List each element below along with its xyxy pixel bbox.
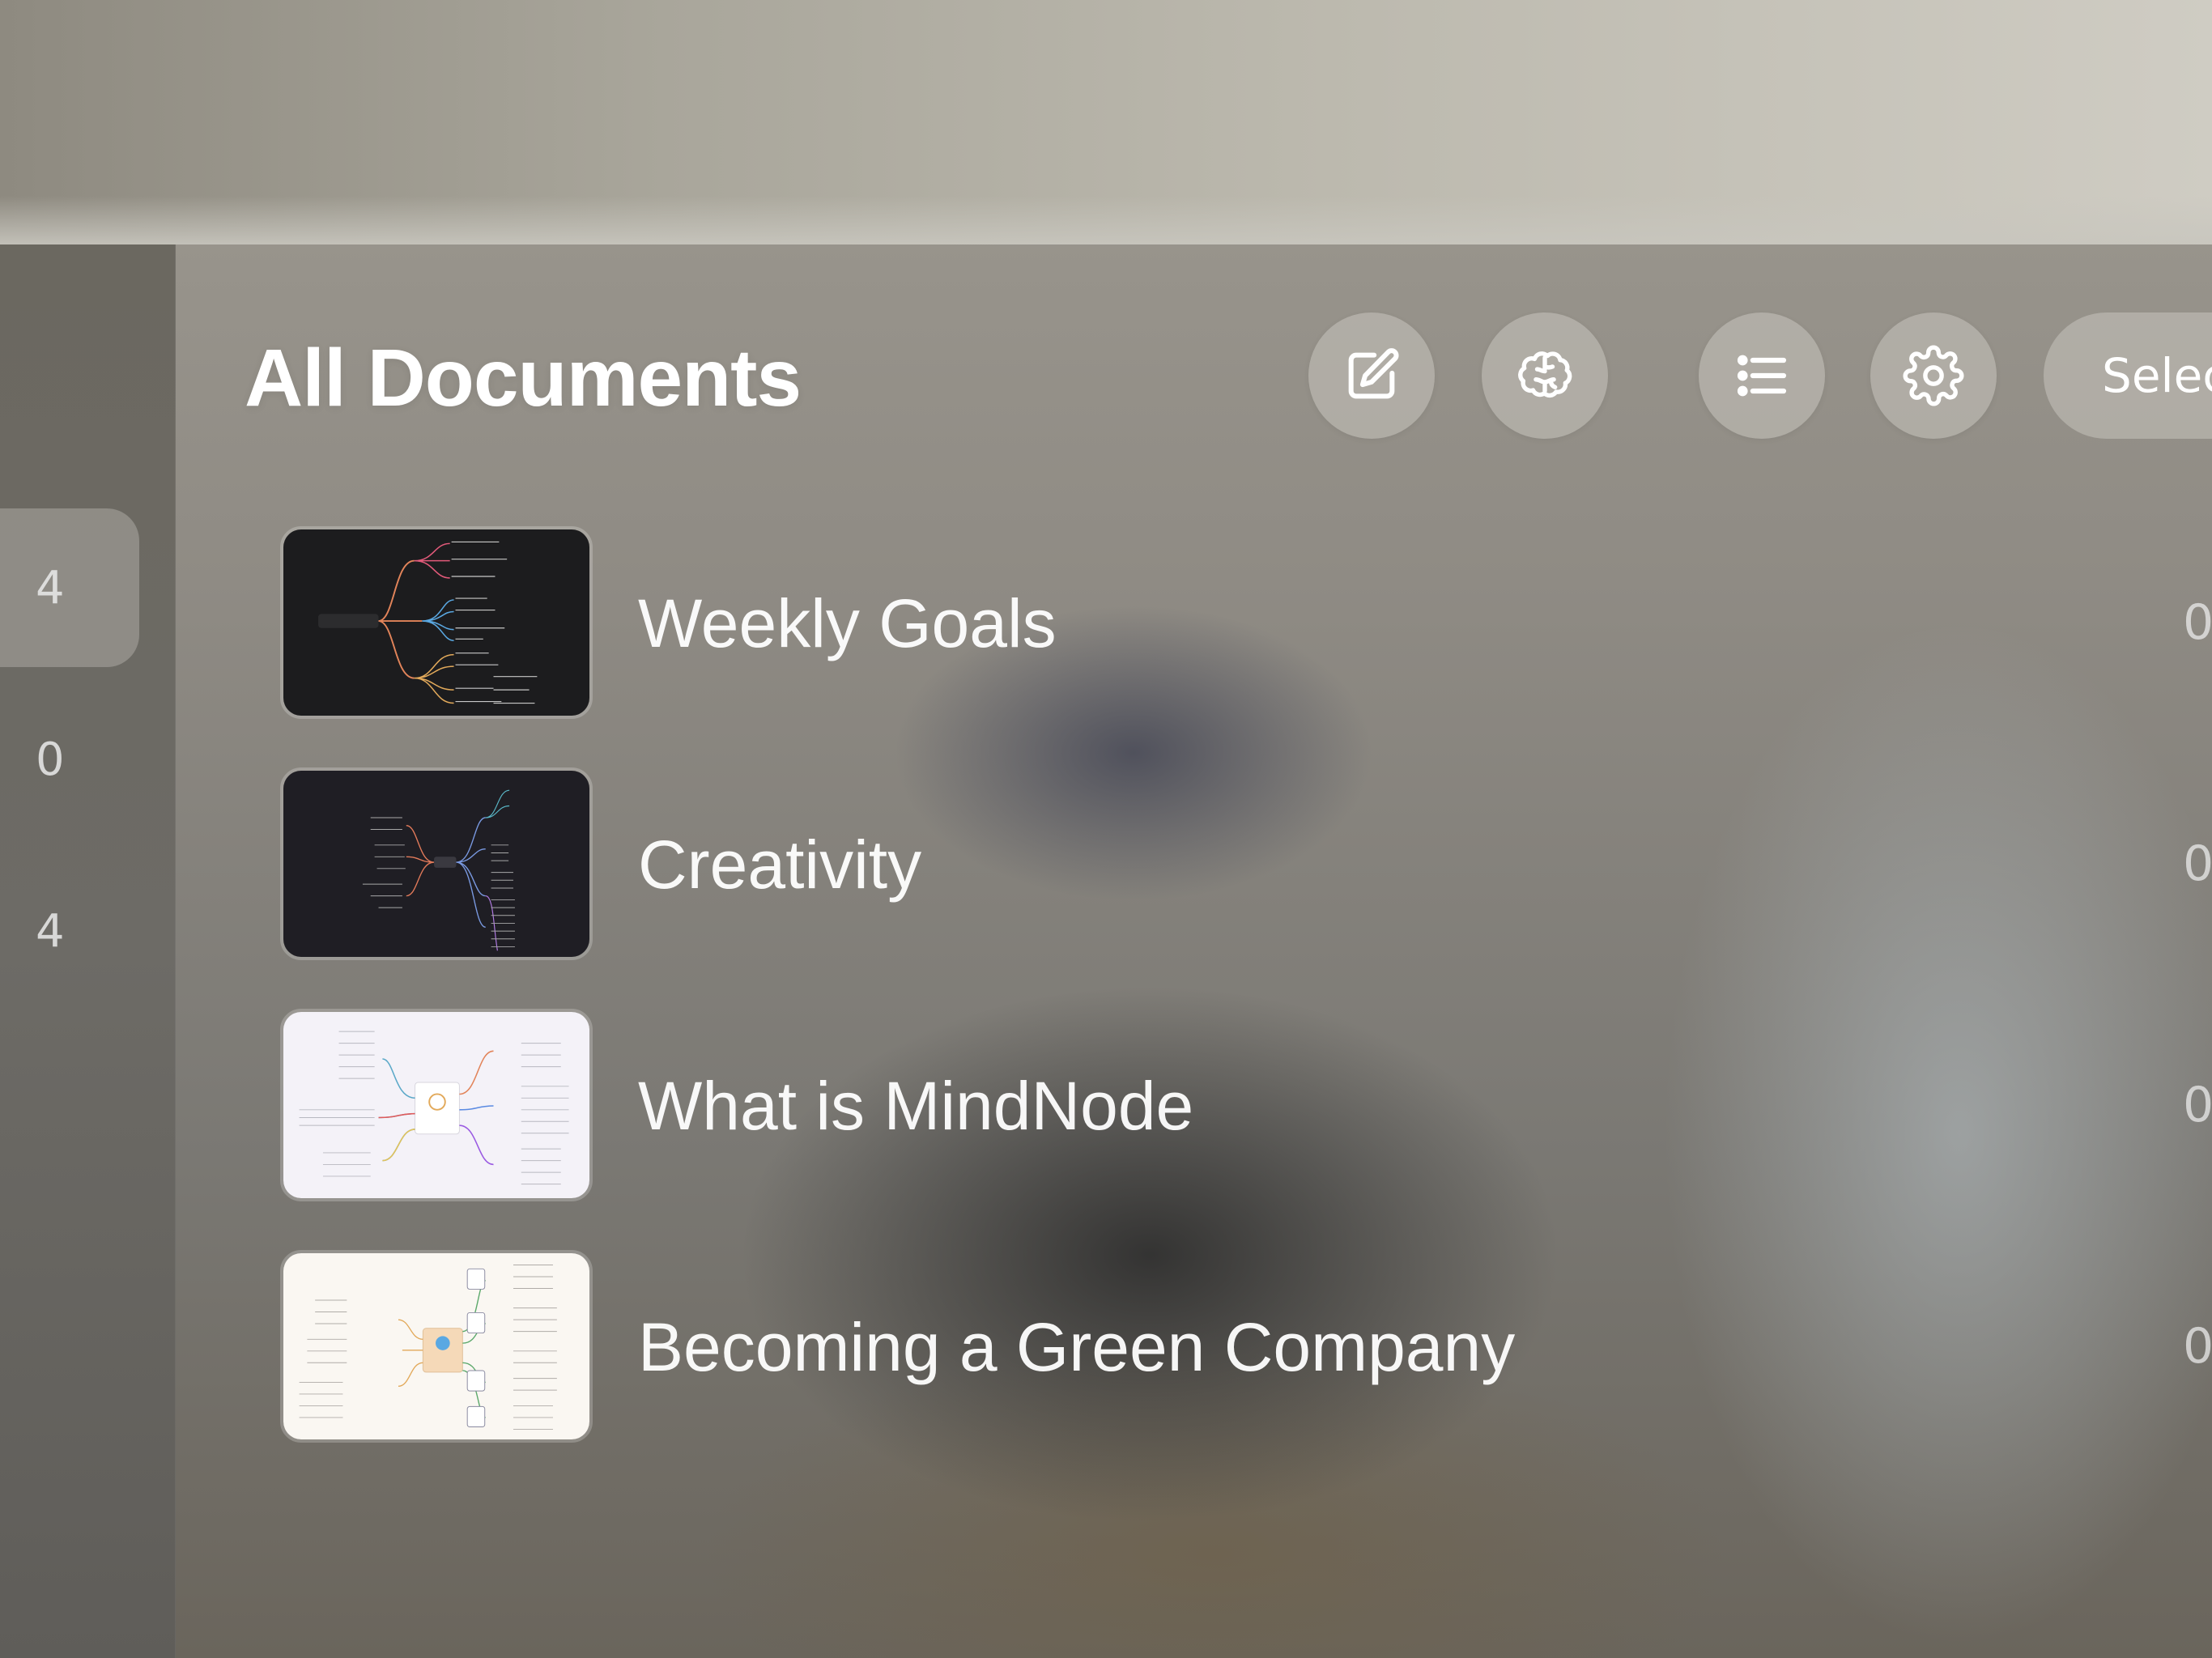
document-title: Weekly Goals — [638, 585, 1057, 661]
sidebar-item-library[interactable]: 4 — [0, 852, 139, 1010]
document-title: Becoming a Green Company — [638, 1309, 1516, 1385]
select-button[interactable]: Selec — [2044, 312, 2212, 439]
page-title: All Documents — [245, 333, 802, 423]
app-window: 4 0 4 All Documents Sele Weekly Goals 0 … — [0, 0, 2212, 1658]
list-icon — [1737, 355, 1787, 397]
document-meta: 0 — [2183, 1077, 2212, 1133]
document-row-creativity[interactable]: Creativity 0 — [280, 767, 2212, 962]
document-thumbnail[interactable] — [280, 767, 593, 960]
settings-button[interactable] — [1870, 312, 1997, 439]
compose-icon — [1348, 348, 1399, 399]
document-meta: 0 — [2183, 835, 2212, 892]
mindmap-thumbnail-green-company — [283, 1253, 589, 1439]
sidebar-item-count: 4 — [36, 904, 65, 958]
sidebar: 4 0 4 — [0, 244, 176, 1658]
document-row-becoming-a-green-company[interactable]: Becoming a Green Company 0 — [280, 1250, 2212, 1444]
document-thumbnail[interactable] — [280, 1009, 593, 1201]
list-view-button[interactable] — [1699, 312, 1825, 439]
brain-icon — [1518, 351, 1572, 398]
document-meta: 0 — [2183, 594, 2212, 651]
document-thumbnail[interactable] — [280, 1250, 593, 1443]
document-title: Creativity — [638, 827, 922, 903]
document-title: What is MindNode — [638, 1068, 1194, 1144]
document-row-weekly-goals[interactable]: Weekly Goals 0 — [280, 526, 2212, 721]
sidebar-item-count: 4 — [36, 561, 65, 614]
sidebar-item-all-documents[interactable]: 4 — [0, 508, 139, 667]
sidebar-item-recent[interactable]: 0 — [0, 680, 139, 839]
brain-button[interactable] — [1482, 312, 1608, 439]
new-document-button[interactable] — [1308, 312, 1435, 439]
gear-icon — [1903, 345, 1964, 406]
document-thumbnail[interactable] — [280, 526, 593, 719]
mindmap-thumbnail-weekly-goals — [283, 529, 589, 716]
document-row-what-is-mindnode[interactable]: What is MindNode 0 — [280, 1009, 2212, 1203]
mindmap-thumbnail-what-is-mindnode — [283, 1012, 589, 1198]
mindmap-thumbnail-creativity — [283, 771, 589, 957]
sidebar-item-count: 0 — [36, 733, 65, 786]
document-meta: 0 — [2183, 1318, 2212, 1375]
select-button-label: Selec — [2102, 348, 2212, 403]
background-room — [0, 0, 2212, 244]
